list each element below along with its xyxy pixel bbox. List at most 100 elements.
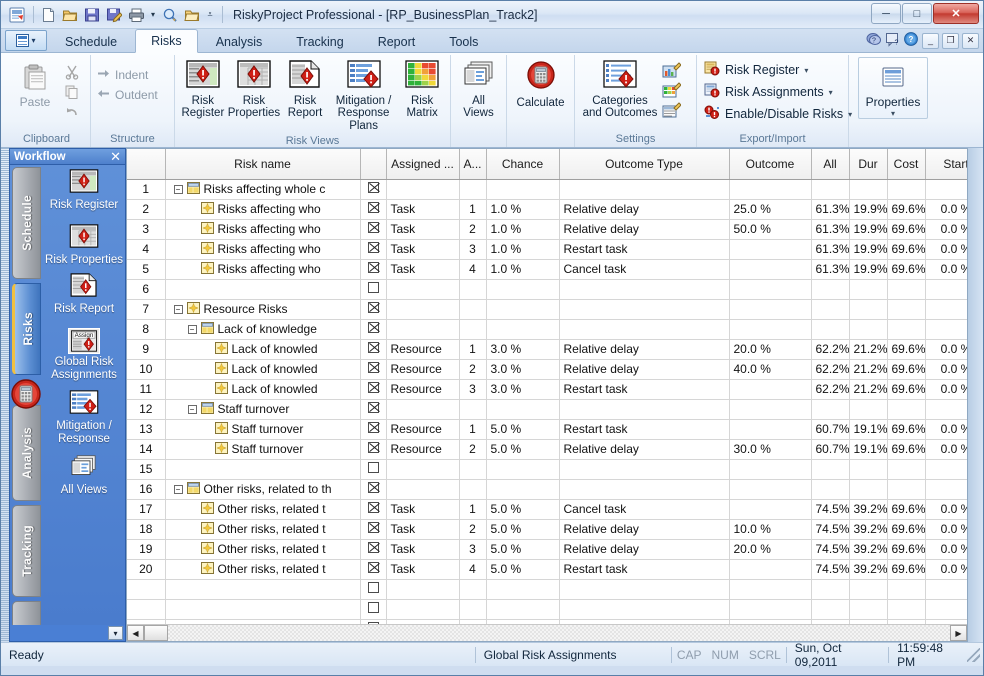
row-number-cell[interactable]: 12 xyxy=(127,399,165,419)
cost-score-cell[interactable] xyxy=(887,179,925,199)
assigned-to-cell[interactable]: Resource xyxy=(386,439,459,459)
tab-analysis[interactable]: Analysis xyxy=(200,31,279,52)
assignment-id-cell[interactable]: 2 xyxy=(459,519,486,539)
duration-score-cell[interactable]: 19.9% xyxy=(849,219,887,239)
workflow-item-all-views[interactable]: All Views xyxy=(43,454,125,497)
cost-score-cell[interactable]: 69.6% xyxy=(887,199,925,219)
chance-cell[interactable]: 3.0 % xyxy=(486,339,559,359)
print-icon[interactable] xyxy=(126,5,146,25)
checkbox-checked-icon[interactable] xyxy=(368,202,379,213)
risk-name-cell[interactable]: Lack of knowled xyxy=(165,359,360,379)
checkbox-checked-icon[interactable] xyxy=(368,342,379,353)
duration-score-cell[interactable]: 39.2% xyxy=(849,539,887,559)
column-header-num[interactable] xyxy=(127,149,165,179)
risk-register-export-item[interactable]: Risk Register ▾ xyxy=(700,59,812,81)
duration-score-cell[interactable]: 19.1% xyxy=(849,419,887,439)
chance-cell[interactable]: 1.0 % xyxy=(486,259,559,279)
all-score-cell[interactable]: 74.5% xyxy=(811,519,849,539)
outcome-cell[interactable] xyxy=(729,559,811,579)
risk-name-cell[interactable]: Staff turnover xyxy=(165,419,360,439)
cost-score-cell[interactable] xyxy=(887,459,925,479)
outcome-type-cell[interactable]: Restart task xyxy=(559,239,729,259)
row-number-cell[interactable]: 1 xyxy=(127,179,165,199)
checkbox-checked-icon[interactable] xyxy=(368,522,379,533)
close-icon[interactable]: ✕ xyxy=(110,149,121,165)
risk-name-cell[interactable]: Risks affecting who xyxy=(165,199,360,219)
risk-name-cell[interactable]: Risks affecting who xyxy=(165,259,360,279)
outcome-cell[interactable]: 50.0 % xyxy=(729,219,811,239)
chance-cell[interactable] xyxy=(486,179,559,199)
row-number-cell[interactable]: 2 xyxy=(127,199,165,219)
row-number-cell[interactable]: 13 xyxy=(127,419,165,439)
table-row[interactable]: 12−Staff turnover xyxy=(127,399,967,419)
assigned-to-cell[interactable] xyxy=(386,579,459,599)
copy-icon[interactable] xyxy=(64,82,80,102)
column-header-chance[interactable]: Chance xyxy=(486,149,559,179)
start-score-cell[interactable]: 0.0 % xyxy=(925,359,967,379)
cost-score-cell[interactable] xyxy=(887,279,925,299)
assigned-to-cell[interactable] xyxy=(386,279,459,299)
assigned-to-cell[interactable]: Resource xyxy=(386,379,459,399)
risk-enabled-checkbox-cell[interactable] xyxy=(360,419,386,439)
risk-name-cell[interactable] xyxy=(165,459,360,479)
checkbox-checked-icon[interactable] xyxy=(368,222,379,233)
column-header-start[interactable]: Start xyxy=(925,149,967,179)
all-score-cell[interactable]: 62.2% xyxy=(811,359,849,379)
assigned-to-cell[interactable] xyxy=(386,479,459,499)
all-score-cell[interactable]: 60.7% xyxy=(811,439,849,459)
outcome-type-cell[interactable]: Restart task xyxy=(559,379,729,399)
risk-name-cell[interactable]: −Risks affecting whole c xyxy=(165,179,360,199)
row-number-cell[interactable]: 17 xyxy=(127,499,165,519)
column-header-cost[interactable]: Cost xyxy=(887,149,925,179)
row-number-cell[interactable]: 6 xyxy=(127,279,165,299)
row-number-cell[interactable]: 4 xyxy=(127,239,165,259)
cost-score-cell[interactable] xyxy=(887,399,925,419)
assigned-to-cell[interactable] xyxy=(386,399,459,419)
enable-disable-risks-item[interactable]: Enable/Disable Risks ▾ xyxy=(700,103,856,125)
table-row[interactable]: 15 xyxy=(127,459,967,479)
assignment-id-cell[interactable] xyxy=(459,279,486,299)
cost-score-cell[interactable] xyxy=(887,299,925,319)
checkbox-checked-icon[interactable] xyxy=(368,422,379,433)
chance-cell[interactable] xyxy=(486,579,559,599)
chance-cell[interactable] xyxy=(486,279,559,299)
outcome-cell[interactable] xyxy=(729,479,811,499)
duration-score-cell[interactable] xyxy=(849,579,887,599)
start-score-cell[interactable]: 0.0 % xyxy=(925,559,967,579)
indent-button[interactable]: Indent xyxy=(94,65,151,85)
risk-name-cell[interactable]: Other risks, related t xyxy=(165,519,360,539)
row-number-cell[interactable]: 5 xyxy=(127,259,165,279)
all-score-cell[interactable]: 62.2% xyxy=(811,379,849,399)
undo-icon[interactable] xyxy=(64,102,80,122)
column-header-dur[interactable]: Dur xyxy=(849,149,887,179)
start-score-cell[interactable]: 0.0 % xyxy=(925,219,967,239)
risk-name-cell[interactable]: −Staff turnover xyxy=(165,399,360,419)
checkbox-checked-icon[interactable] xyxy=(368,402,379,413)
risk-name-cell[interactable]: −Resource Risks xyxy=(165,299,360,319)
start-score-cell[interactable] xyxy=(925,319,967,339)
assignment-id-cell[interactable]: 2 xyxy=(459,219,486,239)
chance-cell[interactable]: 5.0 % xyxy=(486,499,559,519)
checkbox-checked-icon[interactable] xyxy=(368,442,379,453)
sidebar-item-risks[interactable]: Risks xyxy=(12,283,41,375)
assignment-id-cell[interactable] xyxy=(459,319,486,339)
assignment-id-cell[interactable]: 3 xyxy=(459,379,486,399)
all-score-cell[interactable]: 74.5% xyxy=(811,539,849,559)
chance-cell[interactable]: 1.0 % xyxy=(486,239,559,259)
table-row[interactable]: 18Other risks, related tTask25.0 %Relati… xyxy=(127,519,967,539)
assignment-id-cell[interactable]: 4 xyxy=(459,259,486,279)
mitigation-response-plans-button[interactable]: Mitigation / Response Plans xyxy=(330,58,397,134)
table-row[interactable]: 20Other risks, related tTask45.0 %Restar… xyxy=(127,559,967,579)
cost-score-cell[interactable]: 69.6% xyxy=(887,499,925,519)
outcome-cell[interactable]: 10.0 % xyxy=(729,519,811,539)
start-score-cell[interactable] xyxy=(925,579,967,599)
outcome-type-cell[interactable] xyxy=(559,479,729,499)
app-menu-button[interactable]: ▾ xyxy=(5,30,47,51)
assignment-id-cell[interactable]: 3 xyxy=(459,239,486,259)
duration-score-cell[interactable] xyxy=(849,599,887,619)
all-score-cell[interactable]: 60.7% xyxy=(811,419,849,439)
cost-score-cell[interactable]: 69.6% xyxy=(887,539,925,559)
print-preview-icon[interactable] xyxy=(160,5,180,25)
new-icon[interactable] xyxy=(38,5,58,25)
row-number-cell[interactable] xyxy=(127,579,165,599)
